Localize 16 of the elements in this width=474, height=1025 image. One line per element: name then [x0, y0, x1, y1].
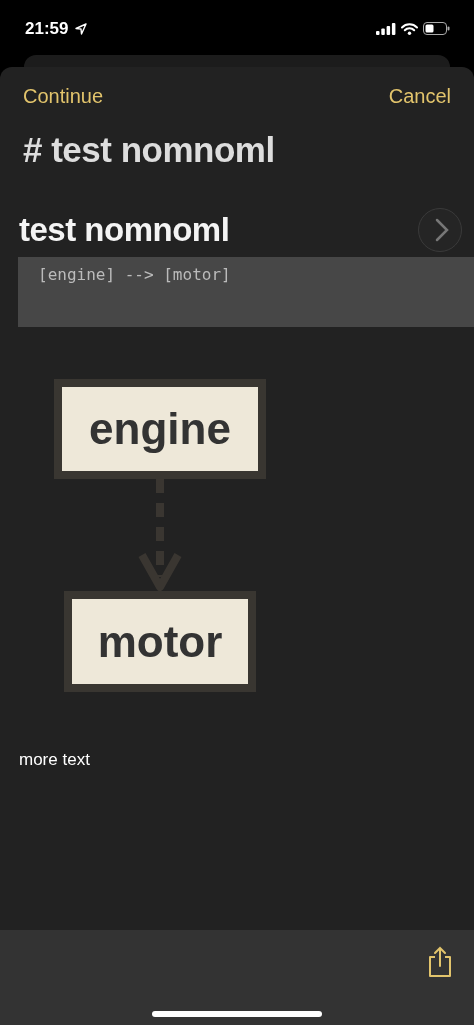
status-time: 21:59	[25, 18, 69, 39]
diagram-node: engine	[54, 379, 266, 479]
signal-icon	[376, 22, 396, 35]
battery-icon	[423, 22, 450, 35]
note-heading: test nomnoml	[19, 211, 230, 249]
note-title: # test nomnoml	[22, 129, 276, 170]
cancel-button[interactable]: Cancel	[388, 81, 451, 112]
share-icon[interactable]	[427, 946, 453, 978]
chevron-right-icon	[434, 218, 449, 242]
body-text: more text	[18, 749, 91, 770]
location-arrow-icon	[75, 22, 88, 35]
diagram-node: motor	[64, 591, 256, 692]
continue-button[interactable]: Continue	[23, 81, 104, 112]
forward-button[interactable]	[418, 208, 462, 252]
wifi-icon	[401, 22, 418, 35]
code-text: [engine] --> [motor]	[38, 265, 231, 284]
